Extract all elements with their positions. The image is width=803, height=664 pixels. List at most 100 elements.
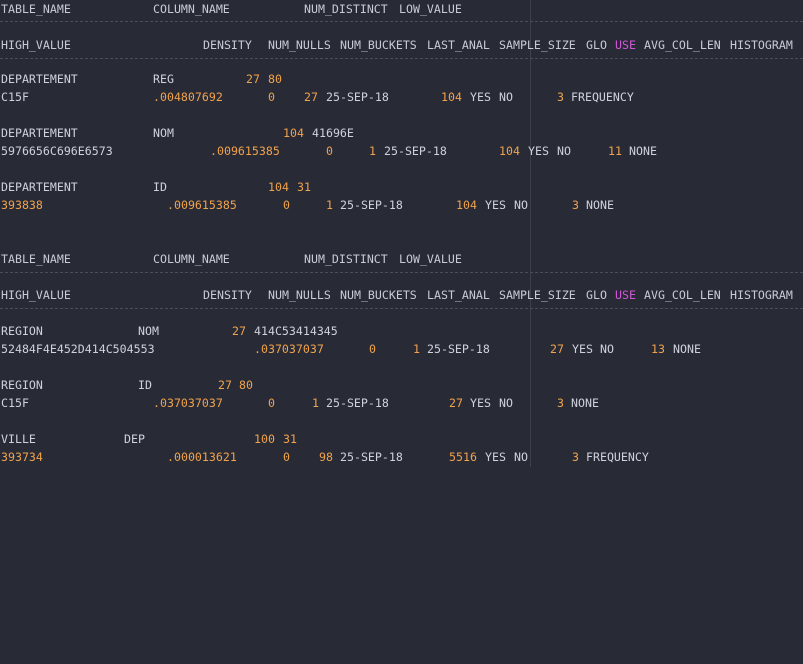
header-separator [0, 21, 803, 22]
cell-column-name: DEP [124, 432, 145, 446]
cell-table-name: REGION [1, 324, 43, 338]
col-header-column-name: COLUMN_NAME [153, 2, 230, 16]
header-separator [0, 308, 803, 309]
table-row: DEPARTEMENT NOM 104 41696E [1, 124, 354, 142]
cell-avg-col-len: 3 [572, 198, 579, 212]
cell-histogram: NONE [629, 144, 657, 158]
header-row-1: TABLE_NAME COLUMN_NAME NUM_DISTINCT LOW_… [1, 250, 462, 268]
col-header-last-anal: LAST_ANAL [427, 288, 490, 302]
cell-sample-size: 104 [456, 198, 477, 212]
col-header-density: DENSITY [203, 288, 252, 302]
col-header-low-value: LOW_VALUE [399, 252, 462, 266]
cell-num-buckets: 1 [413, 342, 420, 356]
col-header-use: USE [615, 38, 636, 52]
cell-glo: YES [485, 198, 506, 212]
cell-density: .004807692 [153, 90, 223, 104]
col-header-high-value: HIGH_VALUE [1, 288, 71, 302]
header-separator [0, 272, 803, 273]
cell-high-value: 393734 [1, 450, 43, 464]
cell-num-distinct: 27 [218, 378, 232, 392]
cell-num-nulls: 0 [268, 396, 275, 410]
col-header-high-value: HIGH_VALUE [1, 38, 71, 52]
cell-glo: YES [470, 396, 491, 410]
cell-table-name: DEPARTEMENT [1, 126, 78, 140]
cell-column-name: ID [153, 180, 167, 194]
cell-low-value: 80 [239, 378, 253, 392]
cell-high-value: 5976656C696E6573 [1, 144, 113, 158]
cell-column-name: NOM [138, 324, 159, 338]
cell-density: .037037037 [254, 342, 324, 356]
cell-table-name: VILLE [1, 432, 36, 446]
cell-histogram: FREQUENCY [586, 450, 649, 464]
cell-low-value: 31 [283, 432, 297, 446]
header-row-2: HIGH_VALUE DENSITY NUM_NULLS NUM_BUCKETS… [1, 286, 793, 304]
cell-avg-col-len: 3 [572, 450, 579, 464]
cell-sample-size: 104 [441, 90, 462, 104]
table-row: C15F .037037037 0 1 25-SEP-18 27 YES NO … [1, 394, 599, 412]
table-row: DEPARTEMENT ID 104 31 [1, 178, 311, 196]
cell-last-anal: 25-SEP-18 [340, 198, 403, 212]
cell-high-value: C15F [1, 90, 29, 104]
col-header-glo: GLO [586, 38, 607, 52]
cell-num-nulls: 0 [369, 342, 376, 356]
cell-num-distinct: 100 [254, 432, 275, 446]
cell-sample-size: 27 [550, 342, 564, 356]
col-header-table-name: TABLE_NAME [1, 2, 71, 16]
cell-sample-size: 27 [449, 396, 463, 410]
cell-use: NO [514, 198, 528, 212]
cell-use: NO [499, 90, 513, 104]
cell-column-name: ID [138, 378, 152, 392]
cell-glo: YES [470, 90, 491, 104]
cell-density: .009615385 [210, 144, 280, 158]
cell-table-name: DEPARTEMENT [1, 180, 78, 194]
terminal-output: TABLE_NAME COLUMN_NAME NUM_DISTINCT LOW_… [0, 0, 803, 467]
cell-low-value: 41696E [312, 126, 354, 140]
cell-column-name: REG [153, 72, 174, 86]
col-header-table-name: TABLE_NAME [1, 252, 71, 266]
col-header-use: USE [615, 288, 636, 302]
cell-density: .000013621 [167, 450, 237, 464]
cell-num-nulls: 0 [326, 144, 333, 158]
cell-last-anal: 25-SEP-18 [384, 144, 447, 158]
col-header-low-value: LOW_VALUE [399, 2, 462, 16]
col-header-num-nulls: NUM_NULLS [268, 288, 331, 302]
col-header-num-buckets: NUM_BUCKETS [340, 38, 417, 52]
cell-use: NO [600, 342, 614, 356]
cell-num-nulls: 0 [283, 450, 290, 464]
col-header-density: DENSITY [203, 38, 252, 52]
table-row: 52484F4E452D414C504553 .037037037 0 1 25… [1, 340, 701, 358]
table-row: C15F .004807692 0 27 25-SEP-18 104 YES N… [1, 88, 634, 106]
header-separator [0, 58, 803, 59]
cell-last-anal: 25-SEP-18 [326, 90, 389, 104]
table-row: 393734 .000013621 0 98 25-SEP-18 5516 YE… [1, 448, 649, 466]
cell-num-nulls: 0 [268, 90, 275, 104]
cell-num-buckets: 98 [319, 450, 333, 464]
cell-glo: YES [572, 342, 593, 356]
cell-table-name: DEPARTEMENT [1, 72, 78, 86]
col-header-num-distinct: NUM_DISTINCT [304, 2, 388, 16]
cell-use: NO [499, 396, 513, 410]
cell-num-nulls: 0 [283, 198, 290, 212]
cell-glo: YES [528, 144, 549, 158]
cell-glo: YES [485, 450, 506, 464]
cell-last-anal: 25-SEP-18 [427, 342, 490, 356]
cell-num-distinct: 104 [268, 180, 289, 194]
cell-num-buckets: 1 [312, 396, 319, 410]
col-header-avg-col-len: AVG_COL_LEN [644, 38, 721, 52]
cell-use: NO [557, 144, 571, 158]
cell-histogram: FREQUENCY [571, 90, 634, 104]
cell-avg-col-len: 3 [557, 396, 564, 410]
cell-histogram: NONE [673, 342, 701, 356]
cell-num-buckets: 27 [304, 90, 318, 104]
cell-num-distinct: 104 [283, 126, 304, 140]
table-row: REGION ID 27 80 [1, 376, 253, 394]
col-header-avg-col-len: AVG_COL_LEN [644, 288, 721, 302]
cell-column-name: NOM [153, 126, 174, 140]
cell-low-value: 80 [268, 72, 282, 86]
col-header-last-anal: LAST_ANAL [427, 38, 490, 52]
cell-high-value: 393838 [1, 198, 43, 212]
cell-histogram: NONE [571, 396, 599, 410]
cell-last-anal: 25-SEP-18 [326, 396, 389, 410]
cell-sample-size: 5516 [449, 450, 477, 464]
header-row-2: HIGH_VALUE DENSITY NUM_NULLS NUM_BUCKETS… [1, 36, 793, 54]
